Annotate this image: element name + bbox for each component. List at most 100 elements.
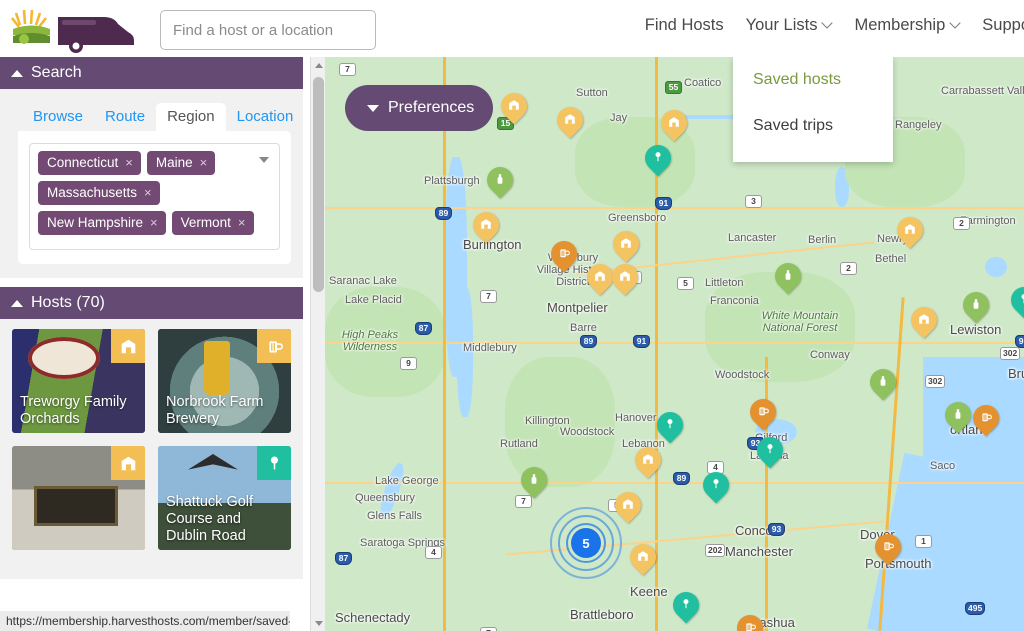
host-card-title: Shattuck Golf Course and Dublin Road xyxy=(166,494,254,544)
host-card[interactable]: Norbrook Farm Brewery xyxy=(158,329,291,433)
nav-item-label: Your Lists xyxy=(745,16,818,34)
harvest-hosts-logo[interactable] xyxy=(10,5,140,53)
nav-item-label: Find Hosts xyxy=(644,16,724,34)
golf-tee-icon xyxy=(257,446,291,480)
map-label: Middlebury xyxy=(463,342,517,354)
host-card[interactable]: Shattuck Golf Course and Dublin Road xyxy=(158,446,291,550)
search-section-header[interactable]: Search xyxy=(0,57,303,89)
region-tag-vermont[interactable]: Vermont × xyxy=(171,211,254,235)
highway-shield: 1 xyxy=(915,535,932,548)
region-tag-label: Vermont xyxy=(180,215,231,230)
map-label: Plattsburgh xyxy=(424,175,480,187)
hosts-section-header[interactable]: Hosts (70) xyxy=(0,287,303,319)
tab-browse[interactable]: Browse xyxy=(22,103,94,131)
map-label: Jay xyxy=(610,112,628,124)
region-tag-label: New Hampshire xyxy=(47,215,144,230)
map-label: Portsmouth xyxy=(865,556,932,571)
highway-shield: 95 xyxy=(1015,335,1024,348)
hosts-section-title: Hosts (70) xyxy=(31,294,105,311)
highway-shield: 87 xyxy=(415,322,432,335)
map-label: Queensbury xyxy=(355,492,415,504)
highway-shield: 55 xyxy=(665,81,682,94)
nav-item-label: Membership xyxy=(854,16,946,34)
preferences-button[interactable]: Preferences xyxy=(345,85,493,131)
host-card-title: Treworgy Family Orchards xyxy=(20,394,127,427)
barn-icon xyxy=(111,329,145,363)
dropdown-item-saved-trips[interactable]: Saved trips xyxy=(733,103,893,149)
beer-icon xyxy=(980,411,992,425)
golf-icon xyxy=(764,443,776,457)
road-i91 xyxy=(655,57,658,631)
nav-item-your-lists[interactable]: Your Lists xyxy=(746,16,833,35)
highway-shield: 7 xyxy=(480,627,497,631)
wine-icon xyxy=(952,408,964,422)
remove-tag-icon[interactable]: × xyxy=(144,186,152,199)
wine-icon xyxy=(782,269,794,283)
map-label: Carrabassett Valley xyxy=(941,85,1024,97)
map-label: Woodstock xyxy=(560,426,615,438)
region-tag-label: Massachusetts xyxy=(47,185,138,200)
barn-icon xyxy=(620,237,632,251)
remove-tag-icon[interactable]: × xyxy=(150,216,158,229)
main-nav[interactable]: Find Hosts Your Lists Membership Suppo xyxy=(645,16,1024,35)
map-label: Franconia xyxy=(710,295,759,307)
scroll-down-arrow-icon[interactable] xyxy=(311,615,326,631)
remove-tag-icon[interactable]: × xyxy=(125,156,133,169)
tab-route[interactable]: Route xyxy=(94,103,156,131)
highway-shield: 87 xyxy=(335,552,352,565)
golf-icon xyxy=(1018,293,1024,307)
dropdown-item-saved-hosts[interactable]: Saved hosts xyxy=(733,57,893,103)
scrollbar-thumb[interactable] xyxy=(313,77,324,292)
site-search-box[interactable] xyxy=(160,10,376,50)
remove-tag-icon[interactable]: × xyxy=(238,216,246,229)
map-label: Rutland xyxy=(500,438,538,450)
map-label: Lancaster xyxy=(728,232,777,244)
barn-icon xyxy=(642,453,654,467)
beer-icon xyxy=(757,405,769,419)
map-label: Bethel xyxy=(875,253,907,265)
beer-icon xyxy=(882,540,894,554)
nav-item-find-hosts[interactable]: Find Hosts xyxy=(645,16,724,35)
road-h1 xyxy=(325,207,1024,209)
cluster-marker-count[interactable]: 5 xyxy=(571,528,601,558)
nav-item-membership[interactable]: Membership xyxy=(854,16,960,35)
map-canvas[interactable]: Sutton Coatico Jay Carrabassett Valley Range… xyxy=(325,57,1024,631)
region-tag-list[interactable]: Connecticut × Maine × Massachusetts × New Hamp… xyxy=(38,151,271,241)
golf-icon xyxy=(710,478,722,492)
scroll-down-area[interactable] xyxy=(311,615,326,631)
map-label: Woodstock xyxy=(715,369,770,381)
remove-tag-icon[interactable]: × xyxy=(200,156,208,169)
search-input[interactable] xyxy=(161,11,375,49)
host-card[interactable]: Treworgy Family Orchards xyxy=(12,329,145,433)
map-label: Littleton xyxy=(705,277,744,289)
region-tab-panel: Connecticut × Maine × Massachusetts × New Hamp… xyxy=(18,131,291,264)
highway-shield: 93 xyxy=(768,523,785,536)
map-label: Manchester xyxy=(725,544,793,559)
golf-icon xyxy=(652,151,664,165)
highway-shield: 2 xyxy=(840,262,857,275)
tab-region[interactable]: Region xyxy=(156,103,226,131)
nav-item-suppo[interactable]: Suppo xyxy=(982,16,1024,35)
highway-shield: 89 xyxy=(435,207,452,220)
map-label: Saco xyxy=(930,460,956,472)
highway-shield: 3 xyxy=(745,195,762,208)
map-label: Saranac Lake xyxy=(329,275,397,287)
region-tag-massachusetts[interactable]: Massachusetts × xyxy=(38,181,160,205)
scroll-up-arrow-icon[interactable] xyxy=(311,57,326,73)
search-tabs[interactable]: Browse Route Region Location xyxy=(0,101,303,131)
your-lists-dropdown[interactable]: Saved hosts Saved trips xyxy=(733,57,893,162)
highway-shield: 7 xyxy=(339,63,356,76)
region-tag-input[interactable]: Connecticut × Maine × Massachusetts × New Hamp… xyxy=(29,143,280,250)
search-section-title: Search xyxy=(31,64,82,81)
region-tag-maine[interactable]: Maine × xyxy=(146,151,216,175)
chevron-down-icon[interactable] xyxy=(259,157,269,163)
host-card-title: Norbrook Farm Brewery xyxy=(166,394,264,427)
region-tag-connecticut[interactable]: Connecticut × xyxy=(38,151,141,175)
tab-location[interactable]: Location xyxy=(226,103,305,131)
nav-item-label: Suppo xyxy=(982,16,1024,34)
map-label: Lewiston xyxy=(950,322,1002,337)
host-card-grid[interactable]: Treworgy Family Orchards Norbrook Farm Br… xyxy=(12,329,291,550)
host-card[interactable] xyxy=(12,446,145,550)
region-tag-new-hampshire[interactable]: New Hampshire × xyxy=(38,211,166,235)
panel-scrollbar[interactable] xyxy=(310,57,325,631)
